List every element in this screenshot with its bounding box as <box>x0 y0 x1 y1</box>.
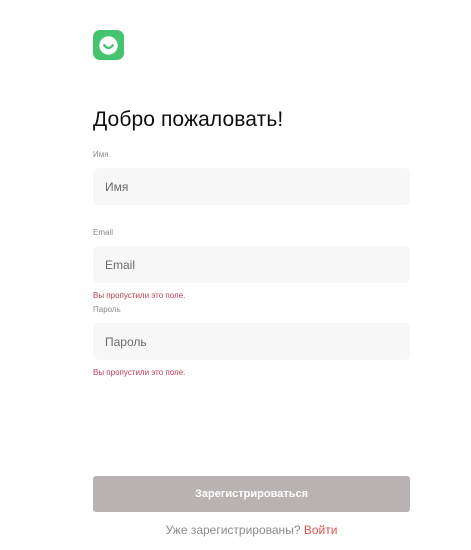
email-error-message: Вы пропустили это поле. <box>93 291 186 300</box>
name-field[interactable] <box>93 168 410 205</box>
password-field[interactable] <box>93 323 410 360</box>
login-prompt: Уже зарегистрированы? Войти <box>93 523 410 537</box>
smile-icon <box>99 35 118 55</box>
password-label: Пароль <box>93 305 121 314</box>
password-error-message: Вы пропустили это поле. <box>93 368 186 377</box>
app-logo <box>93 30 124 60</box>
email-field[interactable] <box>93 246 410 283</box>
login-prompt-text: Уже зарегистрированы? <box>165 523 301 537</box>
name-label: Имя <box>93 150 109 159</box>
login-link[interactable]: Войти <box>304 523 338 537</box>
email-label: Email <box>93 228 114 237</box>
register-button[interactable]: Зарегистрироваться <box>93 476 410 512</box>
page-title: Добро пожаловать! <box>93 108 284 132</box>
